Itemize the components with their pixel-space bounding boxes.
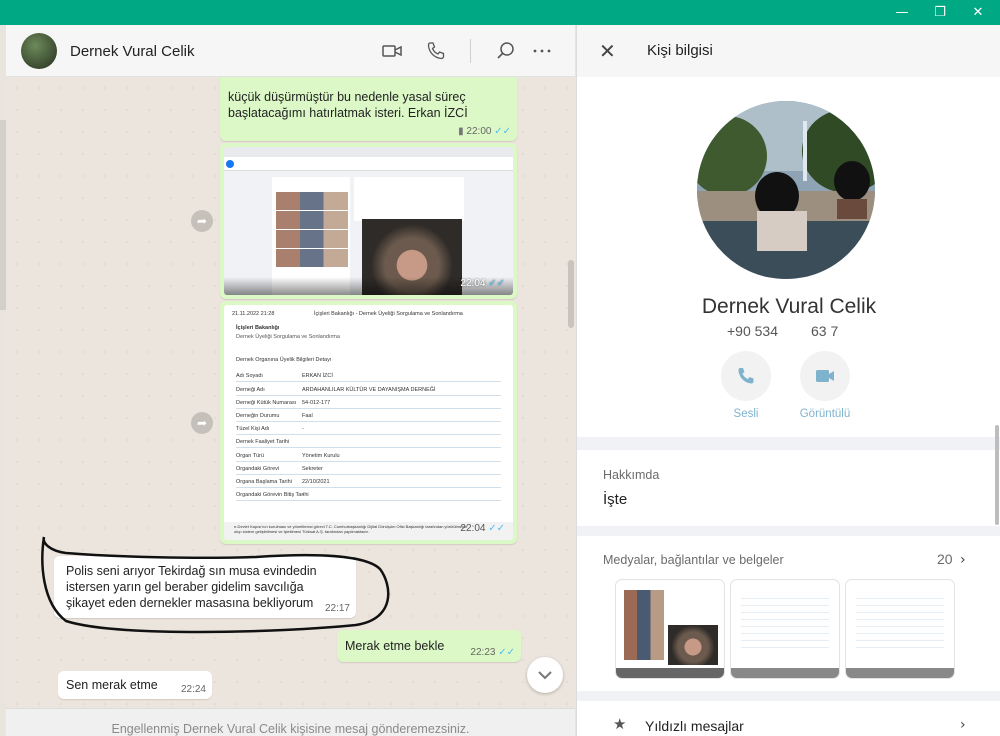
close-window-button[interactable]: ✕	[956, 0, 1000, 25]
read-receipt-icon: ✓✓	[498, 647, 515, 658]
contact-name[interactable]: Dernek Vural Celik	[70, 43, 195, 60]
image-message[interactable]: 22:04 ✓✓	[220, 143, 517, 299]
video-call-button[interactable]	[800, 351, 850, 401]
media-count: 20	[937, 551, 953, 567]
contact-info-panel: ✕ Kişi bilgisi Dernek Vural Celik +90 53…	[576, 25, 1000, 736]
about-card	[577, 450, 1000, 526]
close-icon[interactable]: ✕	[599, 39, 616, 63]
more-options-icon[interactable]	[530, 39, 554, 63]
about-label: Hakkımda	[603, 468, 660, 482]
video-call-icon[interactable]	[380, 39, 404, 63]
video-camera-icon	[816, 370, 834, 382]
screenshot-image[interactable]: 22:04 ✓✓	[224, 147, 513, 295]
message-bubble-outgoing[interactable]: Merak etme bekle 22:23 ✓✓	[337, 630, 521, 662]
starred-messages-row[interactable]	[577, 701, 1000, 736]
phone-number: +90 534	[727, 323, 778, 339]
chevron-right-icon[interactable]: ›	[960, 717, 966, 733]
chevron-down-icon	[538, 671, 552, 680]
read-receipt-icon: ✓✓	[494, 126, 511, 137]
starred-label[interactable]: Yıldızlı mesajlar	[645, 718, 744, 734]
profile-photo[interactable]	[697, 101, 875, 279]
forward-icon[interactable]: ➦	[191, 210, 213, 232]
header-divider	[470, 39, 471, 63]
voice-call-button[interactable]	[721, 351, 771, 401]
message-text: küçük düşürmüştür bu nedenle yasal süreç…	[228, 90, 468, 120]
avatar[interactable]	[21, 33, 57, 69]
message-list[interactable]: küçük düşürmüştür bu nedenle yasal süreç…	[6, 77, 575, 709]
profile-card: Dernek Vural Celik +90 534 63 7 Sesli Gö…	[577, 77, 1000, 437]
message-time: 22:24	[180, 684, 206, 695]
voice-call-icon[interactable]	[424, 39, 448, 63]
star-icon: ★	[613, 716, 627, 733]
blocked-notice: Engellenmiş Dernek Vural Celik kişisine …	[6, 708, 575, 736]
message-time: 22:04 ✓✓	[460, 278, 505, 289]
message-bubble-outgoing[interactable]: küçük düşürmüştür bu nedenle yasal süreç…	[220, 77, 517, 141]
profile-name: Dernek Vural Celik	[701, 295, 877, 318]
document-screenshot-image[interactable]: 21.11.2022 21:28 İçişleri Bakanlığı - De…	[224, 305, 513, 540]
info-scrollbar[interactable]	[995, 425, 999, 525]
media-thumbnail[interactable]	[616, 580, 724, 678]
image-message[interactable]: 21.11.2022 21:28 İçişleri Bakanlığı - De…	[220, 301, 517, 544]
message-bubble-incoming[interactable]: Sen merak etme 22:24	[58, 671, 212, 699]
chat-header[interactable]: Dernek Vural Celik	[6, 25, 575, 77]
window-titlebar: — ❐ ✕	[0, 0, 1000, 25]
message-text: Merak etme bekle	[345, 639, 445, 653]
forward-icon[interactable]: ➦	[191, 412, 213, 434]
info-title: Kişi bilgisi	[647, 42, 713, 59]
hand-drawn-circle-annotation	[41, 536, 390, 634]
message-time: 22:04 ✓✓	[460, 523, 505, 534]
media-thumbnail[interactable]	[846, 580, 954, 678]
info-header: ✕ Kişi bilgisi	[577, 25, 1000, 77]
message-time: 22:23 ✓✓	[470, 647, 515, 658]
phone-icon	[738, 368, 754, 384]
message-text: Sen merak etme	[66, 678, 158, 692]
search-icon[interactable]	[494, 39, 518, 63]
chat-scrollbar[interactable]	[568, 260, 574, 328]
video-call-label: Görüntülü	[799, 408, 851, 420]
media-label[interactable]: Medyalar, bağlantılar ve belgeler	[603, 553, 784, 567]
media-thumbnail[interactable]	[731, 580, 839, 678]
about-text: İşte	[603, 491, 628, 508]
message-time: ▮ 22:00 ✓✓	[458, 126, 511, 137]
voice-call-label: Sesli	[733, 408, 759, 420]
scroll-to-bottom-button[interactable]	[527, 657, 563, 693]
phone-number-partial: 63 7	[811, 323, 839, 339]
chevron-right-icon[interactable]: ›	[960, 552, 966, 568]
